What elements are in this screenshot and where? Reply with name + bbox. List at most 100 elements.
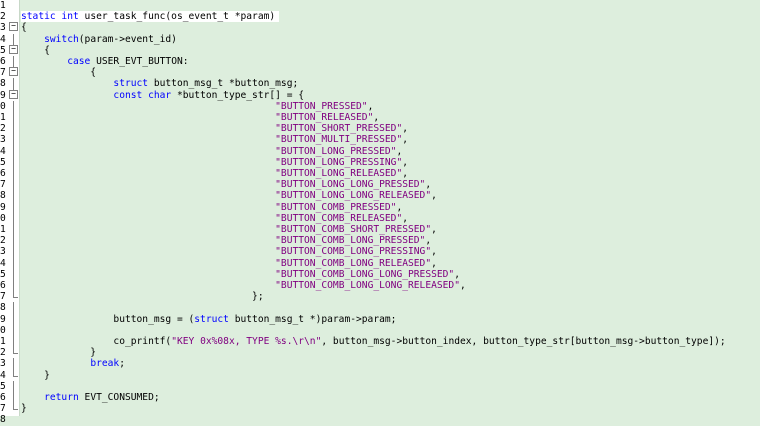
string-token: "BUTTON_COMB_LONG_LONG_RELEASED" bbox=[275, 280, 460, 291]
code-text: "BUTTON_LONG_RELEASED", bbox=[21, 168, 412, 179]
code-line[interactable]: 6 "BUTTON_COMB_LONG_LONG_RELEASED", bbox=[0, 280, 760, 292]
code-token: , bbox=[367, 100, 374, 112]
keyword-token: switch bbox=[44, 33, 79, 45]
string-token: "BUTTON_COMB_LONG_LONG_PRESSED" bbox=[275, 268, 455, 280]
code-text: "BUTTON_COMB_PRESSED", bbox=[21, 202, 406, 213]
code-text: "BUTTON_COMB_LONG_LONG_PRESSED", bbox=[21, 269, 464, 280]
code-line[interactable]: 6 case USER_EVT_BUTTON: bbox=[0, 56, 760, 68]
code-line[interactable]: 9 "BUTTON_COMB_PRESSED", bbox=[0, 201, 760, 213]
code-line[interactable]: 3 break; bbox=[0, 358, 760, 370]
code-token: , bbox=[396, 145, 403, 157]
code-line[interactable]: 7− { bbox=[0, 67, 760, 79]
code-text: "BUTTON_RELEASED", bbox=[21, 112, 383, 123]
code-line[interactable]: 8 bbox=[0, 414, 760, 425]
string-token: "BUTTON_SHORT_PRESSED" bbox=[275, 123, 403, 135]
collapse-fold-icon[interactable]: − bbox=[9, 22, 18, 33]
string-token: "BUTTON_COMB_LONG_PRESSED" bbox=[275, 235, 426, 247]
code-line[interactable]: 6 return EVT_CONSUMED; bbox=[0, 392, 760, 404]
code-line[interactable]: 9 button_msg = (struct button_msg_t *)pa… bbox=[0, 313, 760, 325]
code-text: switch(param->event_id) bbox=[21, 34, 181, 45]
code-line[interactable]: 5 bbox=[0, 380, 760, 392]
code-line[interactable]: 0 "BUTTON_COMB_RELEASED", bbox=[0, 212, 760, 224]
code-line[interactable]: 4 } bbox=[0, 369, 760, 381]
code-token: , bbox=[402, 212, 409, 224]
code-line[interactable]: 7} bbox=[0, 403, 760, 414]
code-text: button_msg = (struct button_msg_t *)para… bbox=[21, 314, 400, 325]
line-number: 7 bbox=[0, 403, 6, 415]
code-text: "BUTTON_PRESSED", bbox=[21, 101, 377, 112]
code-editor[interactable]: 1 2 static int user_task_func(os_event_t *… bbox=[0, 0, 760, 425]
string-token: "KEY 0x%08x, TYPE %s.\r\n" bbox=[171, 336, 322, 347]
code-line[interactable]: 8 "BUTTON_LONG_LONG_RELEASED", bbox=[0, 190, 760, 202]
code-line[interactable]: 8 bbox=[0, 302, 760, 314]
line-number: 9 bbox=[0, 201, 6, 213]
code-line[interactable]: 8 struct button_msg_t *button_msg; bbox=[0, 78, 760, 90]
code-line[interactable]: 3 "BUTTON_MULTI_PRESSED", bbox=[0, 134, 760, 146]
code-line[interactable]: 0 "BUTTON_PRESSED", bbox=[0, 100, 760, 112]
code-line[interactable]: 3−{ bbox=[0, 22, 760, 34]
code-token: { bbox=[21, 22, 27, 34]
code-line[interactable]: 0 bbox=[0, 324, 760, 336]
code-line[interactable]: 4 "BUTTON_COMB_LONG_RELEASED", bbox=[0, 257, 760, 269]
line-number: 1 bbox=[0, 0, 6, 11]
code-line[interactable]: 1 bbox=[0, 0, 760, 11]
code-line[interactable]: 1 co_printf("KEY 0x%08x, TYPE %s.\r\n", … bbox=[0, 336, 760, 348]
line-number: 6 bbox=[0, 280, 6, 291]
line-number: 6 bbox=[0, 392, 6, 403]
code-line[interactable]: 1 "BUTTON_RELEASED", bbox=[0, 112, 760, 124]
string-token: "BUTTON_RELEASED" bbox=[275, 112, 374, 123]
code-token: , bbox=[402, 134, 409, 146]
code-line[interactable]: 3 "BUTTON_COMB_LONG_PRESSING", bbox=[0, 246, 760, 258]
code-line[interactable]: 7 }; bbox=[0, 291, 760, 302]
code-token: }; bbox=[21, 291, 264, 303]
code-line[interactable]: 5− { bbox=[0, 44, 760, 56]
code-text: } bbox=[21, 370, 54, 381]
collapse-fold-icon[interactable]: − bbox=[9, 44, 18, 56]
code-text: co_printf("KEY 0x%08x, TYPE %s.\r\n", bu… bbox=[21, 336, 730, 347]
code-line[interactable]: 7 "BUTTON_LONG_LONG_PRESSED", bbox=[0, 179, 760, 191]
code-line[interactable]: 4 "BUTTON_LONG_PRESSED", bbox=[0, 145, 760, 157]
code-token: USER_EVT_BUTTON: bbox=[90, 56, 189, 67]
line-number: 5 bbox=[0, 44, 6, 56]
code-line[interactable]: 6 "BUTTON_LONG_RELEASED", bbox=[0, 168, 760, 180]
string-token: "BUTTON_COMB_SHORT_PRESSED" bbox=[275, 224, 432, 235]
code-line[interactable]: 5 "BUTTON_COMB_LONG_LONG_PRESSED", bbox=[0, 268, 760, 280]
code-text: "BUTTON_LONG_LONG_PRESSED", bbox=[21, 179, 435, 190]
code-text: { bbox=[21, 45, 54, 56]
code-text: } bbox=[21, 347, 100, 358]
code-line[interactable]: 2 "BUTTON_SHORT_PRESSED", bbox=[0, 123, 760, 135]
code-line[interactable]: 2 static int user_task_func(os_event_t *p… bbox=[0, 11, 760, 23]
code-text: { bbox=[21, 67, 100, 78]
code-line[interactable]: 4 switch(param->event_id) bbox=[0, 33, 760, 45]
keyword-token: static int bbox=[21, 11, 79, 23]
code-token: button_msg_t *)param->param; bbox=[228, 313, 397, 325]
code-line[interactable]: 9− const char *button_type_str[] = { bbox=[0, 89, 760, 101]
code-line[interactable]: 5 "BUTTON_LONG_PRESSING", bbox=[0, 156, 760, 168]
string-token: "BUTTON_LONG_PRESSED" bbox=[275, 145, 397, 157]
code-text: "BUTTON_SHORT_PRESSED", bbox=[21, 123, 412, 134]
line-number: 9 bbox=[0, 89, 6, 101]
string-token: "BUTTON_COMB_LONG_RELEASED" bbox=[275, 257, 432, 269]
code-line[interactable]: 1 "BUTTON_COMB_SHORT_PRESSED", bbox=[0, 224, 760, 236]
code-token: , bbox=[431, 246, 437, 258]
line-number: 5 bbox=[0, 156, 6, 168]
collapse-fold-icon[interactable]: − bbox=[9, 67, 18, 78]
keyword-token: struct bbox=[113, 78, 149, 90]
collapse-fold-icon[interactable]: − bbox=[9, 89, 18, 101]
code-text: "BUTTON_COMB_LONG_PRESSED", bbox=[21, 235, 435, 246]
line-number: 1 bbox=[0, 112, 6, 123]
code-line[interactable]: 2 } bbox=[0, 347, 760, 358]
code-line[interactable]: 2 "BUTTON_COMB_LONG_PRESSED", bbox=[0, 235, 760, 247]
